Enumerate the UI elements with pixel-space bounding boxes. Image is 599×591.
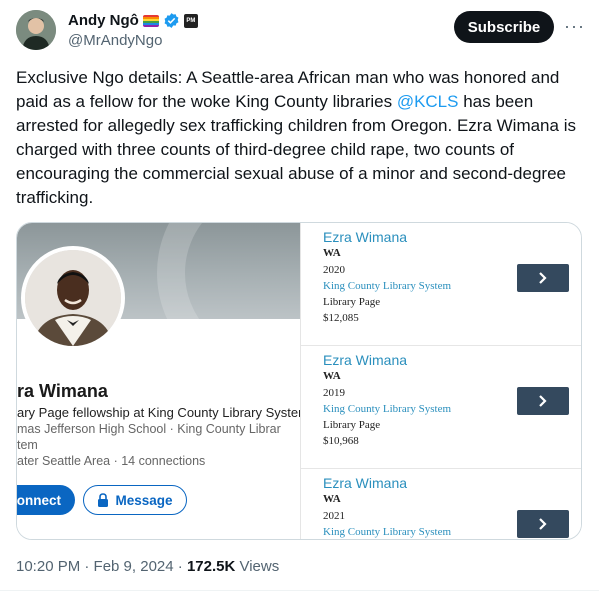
linkedin-profile-screenshot: ra Wimana ary Page fellowship at King Co… [17,223,300,539]
tweet-text: Exclusive Ngo details: A Seattle-area Af… [16,68,576,207]
more-options-icon[interactable]: ··· [564,16,585,37]
chevron-right-icon [539,272,547,284]
author-avatar[interactable] [16,10,56,50]
record-amount: $10,968 [323,435,359,447]
record-name: Ezra Wimana [323,229,408,245]
record-card: Ezra Wimana WA 2020 King County Library … [301,223,581,346]
tweet-meta: 10:20 PM · Feb 9, 2024 · 172.5K Views [16,558,279,575]
profile-photo [21,246,125,350]
lock-icon [98,493,109,507]
profile-education: mas Jefferson High School · King County … [17,422,281,436]
subscribe-button[interactable]: Subscribe [454,11,554,43]
record-open-button [517,510,569,538]
record-org: King County Library System [323,280,452,292]
message-button: Message [83,485,187,515]
kcls-mention-link[interactable]: @KCLS [397,92,459,111]
rainbow-flag-icon [142,14,159,27]
profile-education-cont: tem [17,438,38,452]
profile-name: ra Wimana [17,381,108,401]
tweet-timestamp[interactable]: 10:20 PM · Feb 9, 2024 · [16,558,187,575]
author-display-name[interactable]: Andy Ngô [68,12,139,29]
record-open-button [517,387,569,415]
record-year: 2021 [323,510,345,522]
record-name: Ezra Wimana [323,352,408,368]
author-handle[interactable]: @MrAndyNgo [68,32,162,49]
views-label: Views [235,558,280,575]
record-card: Ezra Wimana WA 2021 King County Library … [301,469,581,539]
record-org: King County Library System [323,403,452,415]
record-year: 2019 [323,387,345,399]
record-position: Library Page [323,296,381,308]
record-year: 2020 [323,264,345,276]
profile-headline: ary Page fellowship at King County Libra… [17,405,300,420]
record-state: WA [323,247,341,259]
affiliation-badge-icon[interactable]: PM [183,13,198,28]
verified-badge-icon [164,13,179,28]
record-state: WA [323,493,341,505]
record-card: Ezra Wimana WA 2019 King County Library … [301,346,581,469]
tweet-header: Andy Ngô PM @MrAndyNgo Subscribe ··· [16,10,585,54]
tweet-media-image[interactable]: ra Wimana ary Page fellowship at King Co… [16,222,582,540]
profile-location: ater Seattle Area · 14 connections [17,454,206,468]
salary-records-screenshot: Ezra Wimana WA 2020 King County Library … [300,223,581,539]
record-open-button [517,264,569,292]
record-org: King County Library System [323,526,452,538]
connect-button: onnect [17,485,75,515]
record-state: WA [323,370,341,382]
record-name: Ezra Wimana [323,475,408,491]
record-amount: $12,085 [323,312,359,324]
record-position: Library Page [323,419,381,431]
chevron-right-icon [539,395,547,407]
views-count: 172.5K [186,558,236,575]
chevron-right-icon [539,518,547,530]
